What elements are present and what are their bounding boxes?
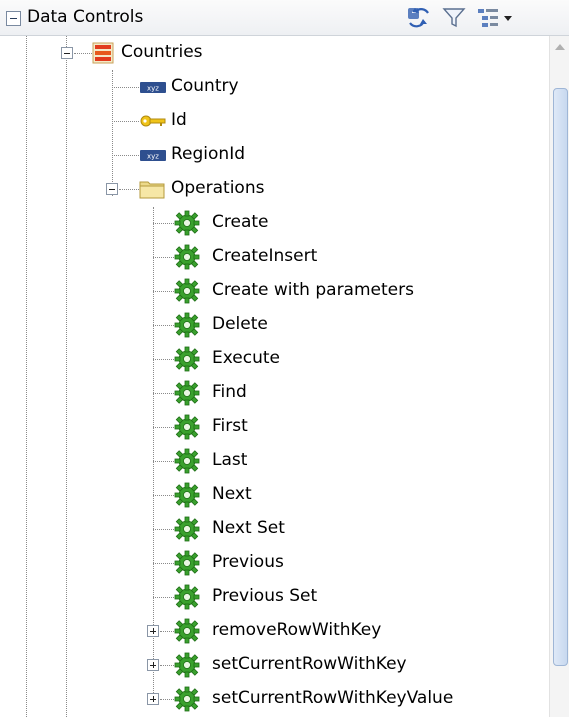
tree-node-label: Previous Set xyxy=(212,586,318,606)
gear-icon xyxy=(174,482,200,508)
gear-icon xyxy=(174,516,200,542)
tree-node-operation[interactable]: Previous xyxy=(0,546,549,580)
collapse-toggle[interactable] xyxy=(61,47,73,59)
tree-node-label: Next xyxy=(212,484,252,504)
gear-icon xyxy=(174,312,200,338)
tree-node-label: Previous xyxy=(212,552,284,572)
svg-text:xyz: xyz xyxy=(147,153,159,161)
gear-icon xyxy=(174,550,200,576)
tree-node-operation[interactable]: Execute xyxy=(0,342,549,376)
gear-icon xyxy=(174,346,200,372)
filter-icon[interactable] xyxy=(441,5,467,31)
panel-header: Data Controls xyxy=(0,0,569,36)
tree-node-method[interactable]: removeRowWithKey xyxy=(0,614,549,648)
svg-text:xyz: xyz xyxy=(147,85,159,93)
tree-node-label: Country xyxy=(171,76,239,96)
tree-node-label: Create with parameters xyxy=(212,280,414,300)
tree-node-operation[interactable]: First xyxy=(0,410,549,444)
expand-toggle[interactable] xyxy=(147,659,159,671)
tree-node-operation[interactable]: Delete xyxy=(0,308,549,342)
data-controls-tree: Countries xyz Country Id xyz RegionId Op… xyxy=(0,36,549,717)
gear-icon xyxy=(174,652,200,678)
scroll-thumb[interactable] xyxy=(553,88,568,666)
tree-node-operation[interactable]: Find xyxy=(0,376,549,410)
gear-icon xyxy=(174,448,200,474)
tree-node-label: RegionId xyxy=(171,144,246,164)
gear-icon xyxy=(174,380,200,406)
tree-node-operations[interactable]: Operations xyxy=(0,172,549,206)
tree-node-attribute[interactable]: xyz RegionId xyxy=(0,138,549,172)
gear-icon xyxy=(174,278,200,304)
attribute-icon: xyz xyxy=(139,76,167,98)
gear-icon xyxy=(174,618,200,644)
tree-node-label: Next Set xyxy=(212,518,285,538)
collection-icon xyxy=(92,42,114,64)
tree-node-label: CreateInsert xyxy=(212,246,318,266)
expand-toggle[interactable] xyxy=(147,625,159,637)
panel-title: Data Controls xyxy=(27,7,144,27)
expand-toggle[interactable] xyxy=(147,693,159,705)
collapse-toggle[interactable] xyxy=(106,183,118,195)
tree-node-attribute[interactable]: Id xyxy=(0,104,549,138)
tree-node-label: Countries xyxy=(121,42,203,62)
tree-node-operation[interactable]: Next xyxy=(0,478,549,512)
folder-icon xyxy=(139,178,165,200)
tree-node-operation[interactable]: Create with parameters xyxy=(0,274,549,308)
gear-icon xyxy=(174,584,200,610)
vertical-scrollbar[interactable] xyxy=(549,36,569,717)
tree-node-operation[interactable]: Last xyxy=(0,444,549,478)
tree-node-operation[interactable]: Next Set xyxy=(0,512,549,546)
tree-node-operation[interactable]: CreateInsert xyxy=(0,240,549,274)
tree-node-label: removeRowWithKey xyxy=(212,620,382,640)
gear-icon xyxy=(174,244,200,270)
tree-node-label: Id xyxy=(171,110,187,130)
tree-node-method[interactable]: setCurrentRowWithKeyValue xyxy=(0,682,549,716)
tree-node-method[interactable]: setCurrentRowWithKey xyxy=(0,648,549,682)
tree-node-label: Last xyxy=(212,450,248,470)
attribute-icon: xyz xyxy=(139,144,167,166)
refresh-icon[interactable] xyxy=(406,5,432,31)
panel-collapse-toggle[interactable] xyxy=(6,11,21,26)
tree-node-label: Find xyxy=(212,382,247,402)
scroll-up-arrow[interactable] xyxy=(555,44,565,50)
tree-node-operation[interactable]: Previous Set xyxy=(0,580,549,614)
tree-node-attribute[interactable]: xyz Country xyxy=(0,70,549,104)
tree-options-icon[interactable] xyxy=(476,5,516,31)
tree-node-countries[interactable]: Countries xyxy=(0,36,549,70)
tree-node-label: Execute xyxy=(212,348,280,368)
tree-node-label: Operations xyxy=(171,178,265,198)
tree-node-label: First xyxy=(212,416,248,436)
tree-node-label: setCurrentRowWithKey xyxy=(212,654,407,674)
tree-node-operation[interactable]: Create xyxy=(0,206,549,240)
tree-node-label: Create xyxy=(212,212,269,232)
gear-icon xyxy=(174,210,200,236)
gear-icon xyxy=(174,686,200,712)
key-icon xyxy=(139,110,167,132)
gear-icon xyxy=(174,414,200,440)
tree-node-label: Delete xyxy=(212,314,268,334)
tree-node-label: setCurrentRowWithKeyValue xyxy=(212,688,454,708)
